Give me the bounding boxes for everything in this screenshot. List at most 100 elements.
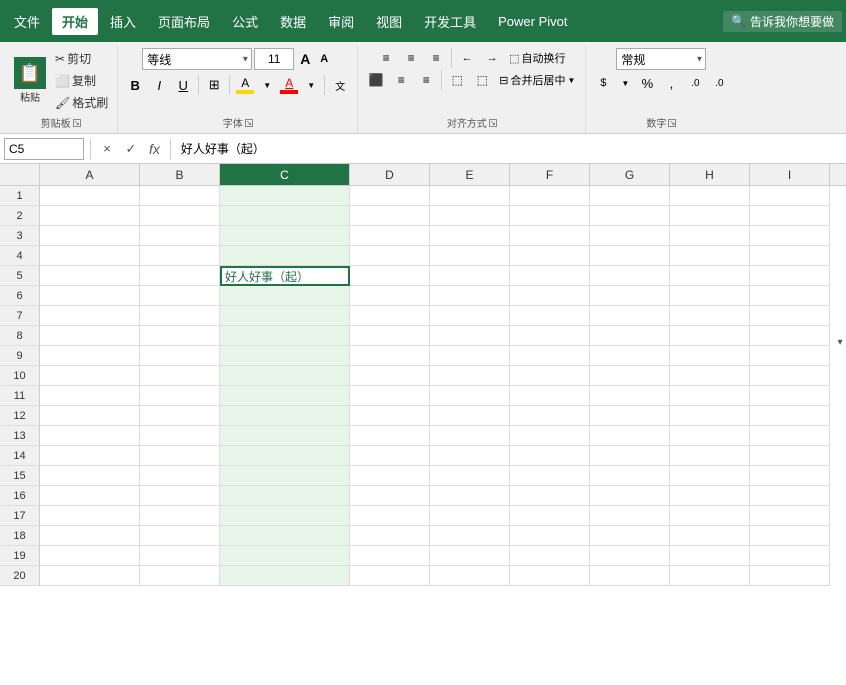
cell-F13[interactable]	[510, 426, 590, 446]
row-header-3[interactable]: 3	[0, 226, 40, 246]
cell-ref-box[interactable]: C5 ▼	[4, 138, 84, 160]
number-format-box[interactable]: 常规 ▼	[616, 48, 706, 70]
cell-D6[interactable]	[350, 286, 430, 306]
cell-B18[interactable]	[140, 526, 220, 546]
align-right-button[interactable]: ≡	[414, 70, 438, 90]
cut-button[interactable]: ✂ 剪切	[52, 48, 111, 69]
cell-F8[interactable]	[510, 326, 590, 346]
increase-indent-button[interactable]: ⬚	[470, 70, 494, 90]
cell-B10[interactable]	[140, 366, 220, 386]
cell-I3[interactable]	[750, 226, 830, 246]
row-header-2[interactable]: 2	[0, 206, 40, 226]
cell-C11[interactable]	[220, 386, 350, 406]
col-header-h[interactable]: H	[670, 164, 750, 185]
cell-G14[interactable]	[590, 446, 670, 466]
cell-E7[interactable]	[430, 306, 510, 326]
font-shrink-button[interactable]: A	[315, 50, 333, 68]
cell-D14[interactable]	[350, 446, 430, 466]
cell-A5[interactable]	[40, 266, 140, 286]
bold-button[interactable]: B	[124, 74, 146, 96]
cell-D13[interactable]	[350, 426, 430, 446]
cell-F12[interactable]	[510, 406, 590, 426]
cell-F16[interactable]	[510, 486, 590, 506]
cell-F10[interactable]	[510, 366, 590, 386]
cell-I5[interactable]	[750, 266, 830, 286]
currency-dropdown[interactable]: ▼	[616, 74, 634, 92]
cell-E10[interactable]	[430, 366, 510, 386]
cell-D9[interactable]	[350, 346, 430, 366]
row-header-9[interactable]: 9	[0, 346, 40, 366]
phonetic-button[interactable]: 文	[329, 74, 351, 96]
currency-button[interactable]: $	[592, 72, 614, 94]
percent-button[interactable]: %	[636, 72, 658, 94]
menu-search[interactable]: 🔍 告诉我你想要做	[723, 11, 842, 32]
row-header-12[interactable]: 12	[0, 406, 40, 426]
cell-I12[interactable]	[750, 406, 830, 426]
cell-B9[interactable]	[140, 346, 220, 366]
cell-H15[interactable]	[670, 466, 750, 486]
col-header-e[interactable]: E	[430, 164, 510, 185]
cell-A4[interactable]	[40, 246, 140, 266]
cell-D16[interactable]	[350, 486, 430, 506]
cell-H14[interactable]	[670, 446, 750, 466]
menu-developer[interactable]: 开发工具	[414, 8, 486, 35]
cell-E2[interactable]	[430, 206, 510, 226]
cell-A3[interactable]	[40, 226, 140, 246]
cell-D2[interactable]	[350, 206, 430, 226]
cell-I7[interactable]	[750, 306, 830, 326]
font-name-box[interactable]: 等线 ▼	[142, 48, 252, 70]
cell-D17[interactable]	[350, 506, 430, 526]
cell-E19[interactable]	[430, 546, 510, 566]
cell-E1[interactable]	[430, 186, 510, 206]
row-header-14[interactable]: 14	[0, 446, 40, 466]
cell-H19[interactable]	[670, 546, 750, 566]
cell-E8[interactable]	[430, 326, 510, 346]
cell-E12[interactable]	[430, 406, 510, 426]
indent-right-button[interactable]: →	[480, 48, 504, 68]
row-header-8[interactable]: 8	[0, 326, 40, 346]
cell-C12[interactable]	[220, 406, 350, 426]
italic-button[interactable]: I	[148, 74, 170, 96]
cell-D7[interactable]	[350, 306, 430, 326]
cell-E6[interactable]	[430, 286, 510, 306]
cell-E17[interactable]	[430, 506, 510, 526]
cell-I15[interactable]	[750, 466, 830, 486]
cell-F4[interactable]	[510, 246, 590, 266]
formula-confirm-button[interactable]: ✓	[121, 139, 141, 159]
cell-D15[interactable]	[350, 466, 430, 486]
row-header-11[interactable]: 11	[0, 386, 40, 406]
cell-G17[interactable]	[590, 506, 670, 526]
cell-F18[interactable]	[510, 526, 590, 546]
cell-D10[interactable]	[350, 366, 430, 386]
cell-F15[interactable]	[510, 466, 590, 486]
cell-G9[interactable]	[590, 346, 670, 366]
cell-C10[interactable]	[220, 366, 350, 386]
cell-E15[interactable]	[430, 466, 510, 486]
cell-H1[interactable]	[670, 186, 750, 206]
cell-B16[interactable]	[140, 486, 220, 506]
cell-F19[interactable]	[510, 546, 590, 566]
cell-E3[interactable]	[430, 226, 510, 246]
cell-A14[interactable]	[40, 446, 140, 466]
menu-insert[interactable]: 插入	[100, 8, 146, 35]
cell-F5[interactable]	[510, 266, 590, 286]
cell-F14[interactable]	[510, 446, 590, 466]
cell-I1[interactable]	[750, 186, 830, 206]
cell-E9[interactable]	[430, 346, 510, 366]
formula-cancel-button[interactable]: ×	[97, 139, 117, 159]
row-header-15[interactable]: 15	[0, 466, 40, 486]
cell-I9[interactable]	[750, 346, 830, 366]
copy-button[interactable]: ⬜ 复制	[52, 70, 111, 91]
cell-F9[interactable]	[510, 346, 590, 366]
cell-H8[interactable]	[670, 326, 750, 346]
font-grow-button[interactable]: A	[296, 50, 314, 68]
cell-C5[interactable]: 好人好事（起）	[220, 266, 350, 286]
thousand-separator-button[interactable]: ,	[660, 72, 682, 94]
cell-G19[interactable]	[590, 546, 670, 566]
cell-H6[interactable]	[670, 286, 750, 306]
align-center-button[interactable]: ≡	[389, 70, 413, 90]
menu-file[interactable]: 文件	[4, 8, 50, 35]
cell-G12[interactable]	[590, 406, 670, 426]
row-header-4[interactable]: 4	[0, 246, 40, 266]
row-header-1[interactable]: 1	[0, 186, 40, 206]
